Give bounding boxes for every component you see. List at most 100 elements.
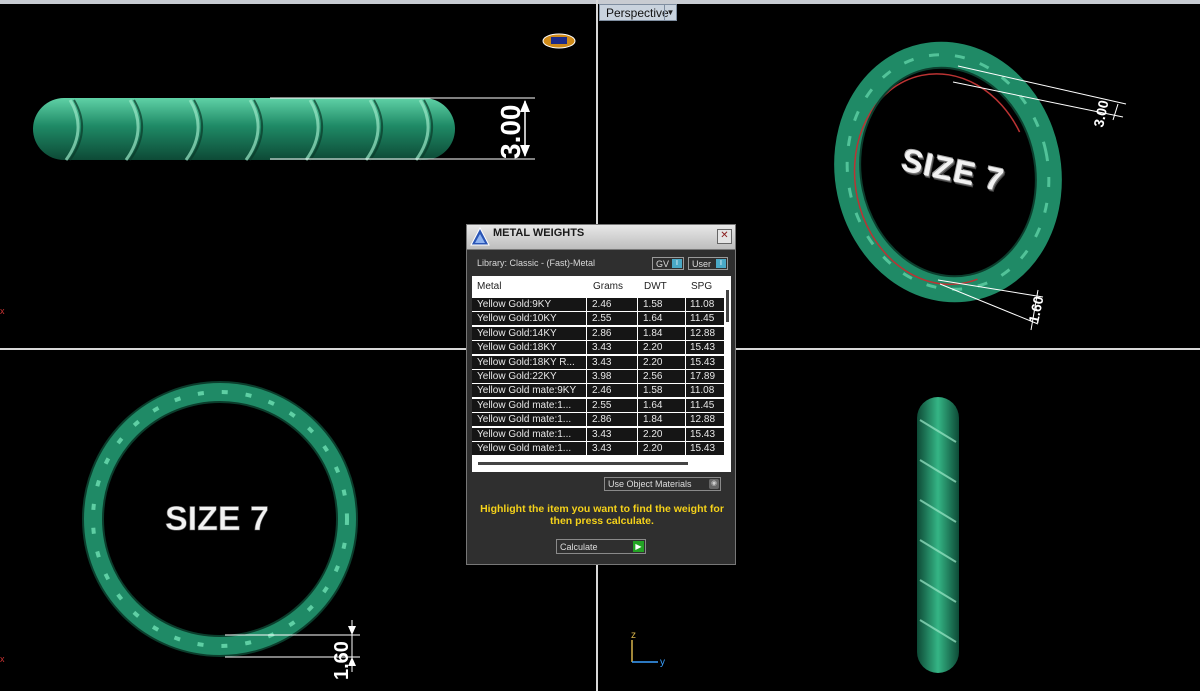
cell-grams: 2.46 [592, 385, 612, 397]
viewcube-icon[interactable] [542, 33, 576, 49]
table-horizontal-scrollbar[interactable] [478, 462, 688, 465]
col-spg[interactable]: SPG [691, 281, 712, 292]
dropdown-icon: ◉ [709, 479, 719, 489]
cell-dwt: 1.84 [643, 414, 663, 426]
user-toggle-icon: I [716, 259, 726, 268]
cell-dwt: 1.58 [643, 299, 663, 310]
cell-spg: 12.88 [690, 414, 716, 426]
col-grams[interactable]: Grams [593, 281, 623, 292]
dimension-perspective-bottom-label: 1.60 [1025, 294, 1046, 324]
cell-spg: 11.45 [690, 399, 715, 411]
size-label-perspective: SIZE 7 [899, 142, 1008, 199]
cell-dwt: 2.20 [643, 342, 663, 354]
table-row[interactable]: Yellow Gold mate:1... 3.43 2.20 15.43 [472, 427, 724, 442]
table-row[interactable]: Yellow Gold mate:1... 2.55 1.64 11.45 [472, 398, 724, 413]
cell-separator [586, 312, 587, 327]
table-row[interactable]: Yellow Gold:14KY 2.86 1.84 12.88 [472, 326, 724, 341]
cell-dwt: 1.58 [643, 385, 663, 397]
metal-weights-dialog[interactable]: METAL WEIGHTS ✕ Library: Classic - (Fast… [466, 224, 736, 565]
table-row[interactable]: Yellow Gold:18KY 3.43 2.20 15.43 [472, 341, 724, 356]
cell-separator [586, 398, 587, 413]
table-row[interactable]: Yellow Gold:9KY 2.46 1.58 11.08 [472, 298, 724, 312]
cell-metal: Yellow Gold:9KY [477, 299, 552, 310]
chevron-down-icon[interactable]: ▼ [664, 5, 676, 20]
perspective-view-menu[interactable]: Perspective ▼ [599, 4, 677, 21]
cell-separator [637, 384, 638, 399]
cell-metal: Yellow Gold:22KY [477, 370, 557, 382]
cell-separator [586, 326, 587, 341]
use-object-materials-label: Use Object Materials [608, 479, 692, 489]
table-row[interactable]: Yellow Gold mate:9KY 2.46 1.58 11.08 [472, 384, 724, 399]
user-toggle[interactable]: User I [688, 257, 728, 270]
gv-toggle[interactable]: GV I [652, 257, 684, 270]
cell-dwt: 2.20 [643, 442, 663, 454]
cell-separator [685, 312, 686, 327]
cell-separator [685, 427, 686, 442]
cell-metal: Yellow Gold mate:1... [477, 442, 572, 454]
cell-separator [586, 355, 587, 370]
cell-separator [685, 384, 686, 399]
cell-metal: Yellow Gold:10KY [477, 313, 557, 325]
library-label: Library: Classic - (Fast)-Metal [477, 258, 596, 268]
table-row[interactable]: Yellow Gold mate:1... 3.43 2.20 15.43 [472, 441, 724, 456]
play-icon: ▶ [633, 541, 644, 552]
col-metal[interactable]: Metal [477, 281, 501, 292]
col-dwt[interactable]: DWT [644, 281, 667, 292]
cell-grams: 3.43 [592, 342, 612, 354]
cell-separator [685, 298, 686, 312]
cell-separator [586, 427, 587, 442]
axis-z-label: z [631, 630, 636, 641]
cell-grams: 2.55 [592, 399, 612, 411]
gv-toggle-icon: I [672, 259, 682, 268]
table-row[interactable]: Yellow Gold:10KY 2.55 1.64 11.45 [472, 312, 724, 327]
table-vertical-scrollbar[interactable] [726, 290, 729, 462]
dialog-title: METAL WEIGHTS [493, 227, 585, 239]
table-row[interactable]: Yellow Gold:18KY R... 3.43 2.20 15.43 [472, 355, 724, 370]
cell-separator [685, 369, 686, 384]
cell-spg: 17.89 [690, 370, 716, 382]
cell-separator [586, 369, 587, 384]
use-object-materials-select[interactable]: Use Object Materials ◉ [604, 477, 721, 491]
cell-grams: 2.86 [592, 414, 612, 426]
cell-separator [685, 413, 686, 428]
app-logo-icon [470, 226, 490, 246]
cell-spg: 11.08 [690, 299, 715, 310]
cell-dwt: 2.20 [643, 428, 663, 440]
vertical-scroll-thumb[interactable] [726, 290, 729, 322]
cell-separator [637, 398, 638, 413]
calculate-label: Calculate [560, 542, 598, 552]
cell-metal: Yellow Gold mate:1... [477, 414, 572, 426]
cell-separator [685, 398, 686, 413]
cell-metal: Yellow Gold mate:9KY [477, 385, 577, 397]
cell-grams: 3.98 [592, 370, 612, 382]
table-row[interactable]: Yellow Gold mate:1... 2.86 1.84 12.88 [472, 413, 724, 428]
cell-separator [685, 441, 686, 456]
ring-side-view [917, 397, 959, 673]
cell-separator [637, 298, 638, 312]
table-row[interactable]: Yellow Gold:22KY 3.98 2.56 17.89 [472, 369, 724, 384]
cell-spg: 15.43 [690, 342, 716, 354]
close-icon[interactable]: ✕ [717, 229, 732, 244]
cell-grams: 3.43 [592, 442, 612, 454]
cell-separator [637, 441, 638, 456]
cell-metal: Yellow Gold mate:1... [477, 399, 572, 411]
cell-grams: 2.55 [592, 313, 612, 325]
metal-table[interactable]: Metal Grams DWT SPG Yellow Gold:9KY 2.46 1… [472, 276, 731, 472]
cell-separator [637, 326, 638, 341]
cell-metal: Yellow Gold:14KY [477, 327, 557, 339]
cell-metal: Yellow Gold:18KY [477, 342, 557, 354]
perspective-label: Perspective [606, 6, 669, 20]
instruction-text: Highlight the item you want to find the … [480, 503, 724, 527]
cell-separator [586, 384, 587, 399]
cell-separator [637, 413, 638, 428]
cell-spg: 11.08 [690, 385, 715, 397]
cell-grams: 2.46 [592, 299, 612, 310]
calculate-button[interactable]: Calculate ▶ [556, 539, 646, 554]
cell-dwt: 1.64 [643, 313, 663, 325]
cell-dwt: 2.56 [643, 370, 663, 382]
table-header: Metal Grams DWT SPG [472, 276, 724, 296]
cell-separator [586, 441, 587, 456]
dimension-perspective-top-label: 3.00 [1090, 98, 1111, 128]
cell-separator [637, 355, 638, 370]
dialog-titlebar[interactable]: METAL WEIGHTS ✕ [467, 225, 735, 250]
